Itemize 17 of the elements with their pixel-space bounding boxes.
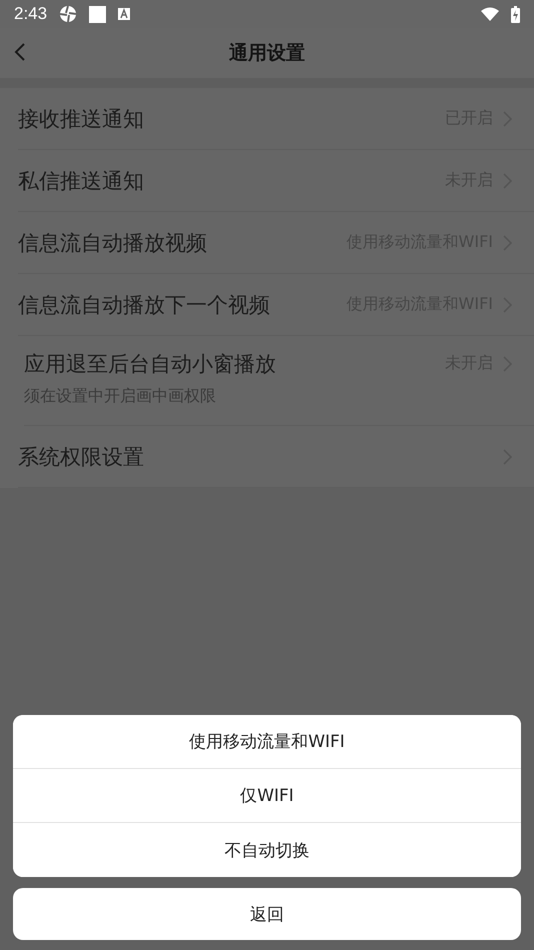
back-icon[interactable]: [14, 42, 26, 62]
battery-icon: [511, 6, 520, 22]
settings-row[interactable]: 系统权限设置: [18, 426, 534, 488]
setting-label: 信息流自动播放下一个视频: [18, 292, 271, 318]
keyboard-icon: [118, 8, 130, 20]
wifi-icon: [481, 7, 499, 21]
sheet-option[interactable]: 使用移动流量和WIFI: [13, 715, 521, 769]
setting-label: 私信推送通知: [18, 168, 145, 194]
page-title: 通用设置: [229, 41, 305, 66]
square-icon: [89, 6, 106, 22]
setting-label: 应用退至后台自动小窗播放: [24, 351, 277, 378]
aperture-icon: [59, 5, 78, 23]
setting-label: 信息流自动播放视频: [18, 230, 208, 256]
status-time: 2:43: [14, 4, 48, 24]
setting-label: 系统权限设置: [18, 444, 145, 470]
setting-label: 接收推送通知: [18, 106, 145, 132]
cancel-button[interactable]: 返回: [13, 888, 521, 940]
